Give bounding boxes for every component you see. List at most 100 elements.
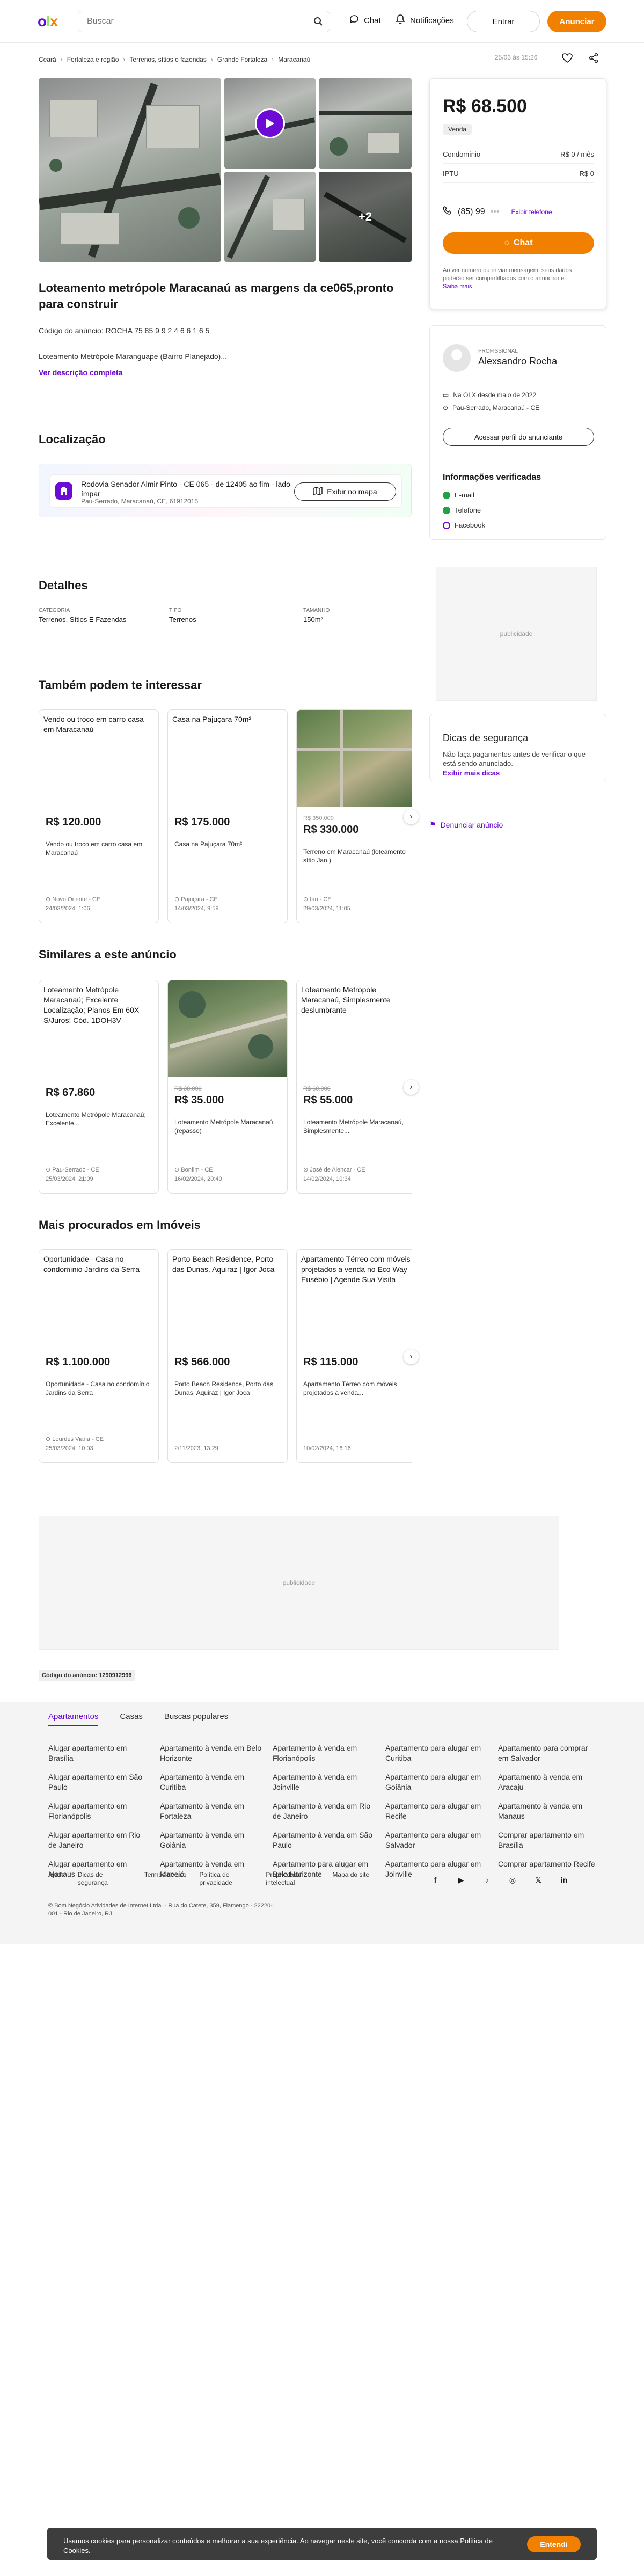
- tiktok-icon[interactable]: ♪: [481, 1874, 493, 1886]
- footer-link[interactable]: Alugar apartamento em Rio de Janeiro: [48, 1830, 150, 1850]
- chat-button[interactable]: ◌ Chat: [443, 232, 594, 254]
- footer-link[interactable]: Propriedade intelectual: [266, 1871, 319, 1887]
- footer-link[interactable]: Mapa do site: [332, 1871, 369, 1887]
- login-button[interactable]: Entrar: [467, 11, 540, 32]
- listing-card[interactable]: Vendo ou troco em carro casa em Maracana…: [39, 709, 159, 923]
- card-date: 14/03/2024, 9:59: [174, 905, 219, 912]
- pin-icon: ⊙: [303, 1167, 310, 1173]
- heart-icon[interactable]: [561, 53, 573, 66]
- footer-link[interactable]: Apartamento à venda em Belo Horizonte: [160, 1743, 262, 1763]
- x-icon[interactable]: 𝕏: [532, 1874, 544, 1886]
- seller-profile-button[interactable]: Acessar perfil do anunciante: [443, 428, 594, 446]
- footer-link[interactable]: Apartamento para alugar em Salvador: [385, 1830, 487, 1850]
- announce-button[interactable]: Anunciar: [547, 11, 606, 32]
- footer-link[interactable]: Apartamento à venda em Fortaleza: [160, 1801, 262, 1821]
- notifications-link[interactable]: Notificações: [395, 14, 454, 27]
- footer-link[interactable]: Alugar apartamento em Brasília: [48, 1743, 150, 1763]
- detail-type: Tipo Terrenos: [169, 608, 196, 624]
- card-title: Apartamento Térreo com móveis projetados…: [301, 1255, 411, 1284]
- breadcrumb-item[interactable]: Maracanaú: [278, 56, 310, 63]
- footer-link[interactable]: Apartamento à venda em Aracaju: [498, 1772, 600, 1792]
- facebook-icon[interactable]: f: [429, 1874, 441, 1886]
- footer-link[interactable]: Política de privacidade: [199, 1871, 253, 1887]
- footer-link[interactable]: Ajuda: [48, 1871, 65, 1887]
- show-phone-link[interactable]: Exibir telefone: [511, 208, 552, 216]
- cookie-accept-button[interactable]: Entendi: [527, 2536, 581, 2552]
- footer-link[interactable]: Apartamento para comprar em Salvador: [498, 1743, 600, 1763]
- map-icon: [313, 486, 323, 497]
- more-photos-count[interactable]: +2: [319, 172, 412, 262]
- listing-card[interactable]: Loteamento Metrópole Maracanaú, Simplesm…: [296, 980, 412, 1194]
- full-description-link[interactable]: Ver descrição completa: [39, 368, 122, 377]
- tab-apartments[interactable]: Apartamentos: [48, 1712, 99, 1726]
- footer-link[interactable]: Apartamento à venda em Curitiba: [160, 1772, 262, 1792]
- footer-link[interactable]: Comprar apartamento em Brasília: [498, 1830, 600, 1850]
- search-box[interactable]: [78, 11, 330, 32]
- similar-carousel: Loteamento Metrópole Maracanaú; Excelent…: [39, 980, 412, 1195]
- footer-link[interactable]: Apartamento à venda em Florianópolis: [273, 1743, 375, 1763]
- card-price: R$ 120.000: [46, 816, 101, 828]
- breadcrumb-item[interactable]: Fortaleza e região: [67, 56, 119, 63]
- share-icon[interactable]: [588, 53, 599, 66]
- footer-link[interactable]: Apartamento para alugar em Recife: [385, 1801, 487, 1821]
- listing-card[interactable]: Loteamento Metrópole Maracanaú; Excelent…: [39, 980, 159, 1194]
- sidebar-ad: publicidade: [436, 567, 597, 701]
- footer-link[interactable]: Alugar apartamento em São Paulo: [48, 1772, 150, 1792]
- breadcrumb-item[interactable]: Terrenos, sítios e fazendas: [129, 56, 206, 63]
- price: R$ 68.500: [443, 96, 527, 116]
- condo-row: Condomínio R$ 0 / mês: [443, 145, 594, 164]
- gallery-photo-more[interactable]: +2: [319, 172, 412, 262]
- footer-link[interactable]: Apartamento à venda em Manaus: [498, 1801, 600, 1821]
- pin-icon: ⊙: [46, 896, 53, 903]
- chat-label: Chat: [364, 16, 381, 25]
- olx-logo[interactable]: olx: [38, 13, 58, 30]
- report-ad-link[interactable]: ⚑ Denunciar anúncio: [429, 820, 503, 829]
- show-map-button[interactable]: Exibir no mapa: [294, 482, 396, 501]
- listing-card[interactable]: R$ 350.000 R$ 330.000 Terreno em Maracan…: [296, 709, 412, 923]
- gallery-photo-video[interactable]: [224, 78, 316, 169]
- listing-card[interactable]: Casa na Pajuçara 70m² R$ 175.000 Casa na…: [167, 709, 288, 923]
- footer-link[interactable]: Termos de uso: [144, 1871, 187, 1887]
- tab-houses[interactable]: Casas: [120, 1712, 143, 1726]
- footer-link[interactable]: Dicas de segurança: [78, 1871, 131, 1887]
- verified-phone: Telefone: [443, 506, 481, 514]
- card-price: R$ 566.000: [174, 1356, 230, 1368]
- card-price: R$ 175.000: [174, 816, 230, 828]
- footer-link[interactable]: Apartamento à venda em Joinville: [273, 1772, 375, 1792]
- carousel-next-button[interactable]: ›: [404, 1080, 419, 1095]
- youtube-icon[interactable]: ▶: [455, 1874, 467, 1886]
- gallery-photo[interactable]: [224, 172, 316, 262]
- tab-popular-searches[interactable]: Buscas populares: [164, 1712, 228, 1726]
- play-icon[interactable]: [255, 108, 285, 138]
- listing-card[interactable]: Apartamento Térreo com móveis projetados…: [296, 1249, 412, 1463]
- search-icon[interactable]: [313, 17, 323, 29]
- listing-card[interactable]: Oportunidade - Casa no condomínio Jardin…: [39, 1249, 159, 1463]
- seller-name[interactable]: Alexsandro Rocha: [478, 356, 557, 367]
- footer-link[interactable]: Comprar apartamento Recife: [498, 1859, 600, 1869]
- chat-link[interactable]: Chat: [349, 14, 381, 27]
- sale-badge: Venda: [443, 124, 472, 135]
- carousel-next-button[interactable]: ›: [404, 1349, 419, 1364]
- footer-link[interactable]: Alugar apartamento em Florianópolis: [48, 1801, 150, 1821]
- cookie-text: Usamos cookies para personalizar conteúd…: [63, 2537, 493, 2555]
- gallery-photo[interactable]: [319, 78, 412, 169]
- footer-link[interactable]: Apartamento à venda em São Paulo: [273, 1830, 375, 1850]
- main-photo[interactable]: [39, 78, 221, 262]
- card-description: Loteamento Metrópole Maracanaú (repasso): [174, 1118, 273, 1135]
- footer-link[interactable]: Apartamento para alugar em Curitiba: [385, 1743, 487, 1763]
- listing-card[interactable]: Porto Beach Residence, Porto das Dunas, …: [167, 1249, 288, 1463]
- footer-link[interactable]: Apartamento à venda em Goiânia: [160, 1830, 262, 1850]
- footer-tabs: Apartamentos Casas Buscas populares: [48, 1712, 228, 1726]
- instagram-icon[interactable]: ◎: [507, 1874, 518, 1886]
- linkedin-icon[interactable]: in: [558, 1874, 570, 1886]
- listing-card[interactable]: R$ 38.000 R$ 35.000 Loteamento Metrópole…: [167, 980, 288, 1194]
- carousel-next-button[interactable]: ›: [404, 809, 419, 824]
- more-tips-link[interactable]: Exibir mais dicas: [443, 769, 500, 777]
- breadcrumb-item[interactable]: Grande Fortaleza: [217, 56, 267, 63]
- search-input[interactable]: [78, 11, 304, 32]
- breadcrumb-item[interactable]: Ceará: [39, 56, 56, 63]
- learn-more-link[interactable]: Saiba mais: [443, 283, 594, 291]
- footer-link[interactable]: Apartamento à venda em Rio de Janeiro: [273, 1801, 375, 1821]
- footer-link[interactable]: Apartamento para alugar em Goiânia: [385, 1772, 487, 1792]
- pin-icon: ⊙: [443, 404, 449, 412]
